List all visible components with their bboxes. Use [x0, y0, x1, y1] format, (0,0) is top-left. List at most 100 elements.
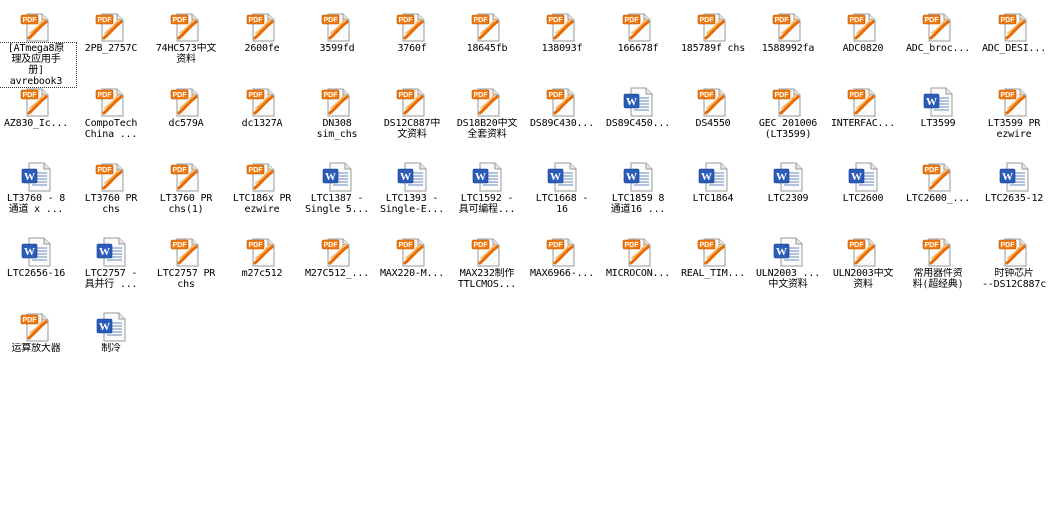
desktop-file-pdf[interactable]: PDF 74HC573中文 资料 — [150, 5, 222, 77]
pdf-file-icon: PDF — [95, 11, 127, 43]
desktop-file-pdf[interactable]: PDF CompoTech China ... — [75, 80, 147, 152]
desktop-file-pdf[interactable]: PDF MICROCON... — [602, 230, 674, 302]
svg-text:W: W — [851, 171, 862, 183]
pdf-file-icon: PDF — [772, 11, 804, 43]
desktop-file-word[interactable]: W LTC2757 - 具并行 ... — [75, 230, 147, 302]
svg-text:PDF: PDF — [399, 92, 414, 99]
svg-text:PDF: PDF — [850, 242, 865, 249]
pdf-file-icon: PDF — [170, 161, 202, 193]
desktop-file-pdf[interactable]: PDF DN308 sim_chs — [301, 80, 373, 152]
desktop-file-pdf[interactable]: PDF 常用器件资 料(超经典) — [902, 230, 974, 302]
pdf-file-icon: PDF — [170, 236, 202, 268]
desktop-file-pdf[interactable]: PDF ULN2003中文 资料 — [827, 230, 899, 302]
svg-text:PDF: PDF — [98, 92, 113, 99]
pdf-file-icon: PDF — [546, 86, 578, 118]
desktop-file-word[interactable]: W LTC1592 - 具可编程... — [451, 155, 523, 227]
file-label: DS89C430... — [529, 118, 595, 129]
desktop-file-word[interactable]: W LTC1864 — [677, 155, 749, 227]
desktop-file-pdf[interactable]: PDF 2PB_2757C — [75, 5, 147, 77]
pdf-file-icon: PDF — [546, 11, 578, 43]
pdf-file-icon: PDF — [321, 86, 353, 118]
desktop-file-pdf[interactable]: PDF LTC186x PR ezwire — [226, 155, 298, 227]
svg-text:W: W — [1002, 171, 1013, 183]
desktop-file-word[interactable]: W 制冷 — [75, 305, 147, 377]
svg-text:PDF: PDF — [775, 17, 790, 24]
desktop-file-pdf[interactable]: PDF ADC_broc... — [902, 5, 974, 77]
svg-text:PDF: PDF — [324, 242, 339, 249]
desktop-file-pdf[interactable]: PDF DS18B20中文 全套资料 — [451, 80, 523, 152]
desktop-file-pdf[interactable]: PDF ADC0820 — [827, 5, 899, 77]
desktop-file-pdf[interactable]: PDF INTERFAC... — [827, 80, 899, 152]
file-label: 3760f — [397, 43, 427, 54]
file-label: LTC2656-16 — [6, 268, 66, 279]
desktop-file-pdf[interactable]: PDF LT3760 PR chs — [75, 155, 147, 227]
pdf-file-icon: PDF — [998, 86, 1030, 118]
desktop-file-pdf[interactable]: PDF 2600fe — [226, 5, 298, 77]
file-label: LTC1592 - 具可编程... — [458, 193, 516, 215]
file-label: 74HC573中文 资料 — [155, 43, 217, 65]
desktop-file-word[interactable]: W LT3599 — [902, 80, 974, 152]
desktop-file-pdf[interactable]: PDF DS4550 — [677, 80, 749, 152]
desktop-file-pdf[interactable]: PDF 18645fb — [451, 5, 523, 77]
svg-text:W: W — [626, 96, 637, 108]
file-label: M27C512_... — [304, 268, 370, 279]
desktop-file-word[interactable]: W LTC1668 - 16 — [526, 155, 598, 227]
svg-text:W: W — [701, 171, 712, 183]
desktop-file-word[interactable]: W DS89C450... — [602, 80, 674, 152]
word-document-icon: W — [95, 236, 127, 268]
file-label: LTC2600 — [842, 193, 884, 204]
desktop-file-pdf[interactable]: PDF 时钟芯片 --DS12C887c — [978, 230, 1050, 302]
desktop-file-word[interactable]: W LT3760 - 8 通道 x ... — [0, 155, 72, 227]
desktop-file-pdf[interactable]: PDF 166678f — [602, 5, 674, 77]
desktop-file-pdf[interactable]: PDF GEC 201006 (LT3599) — [752, 80, 824, 152]
svg-text:PDF: PDF — [249, 167, 264, 174]
desktop-file-pdf[interactable]: PDF m27c512 — [226, 230, 298, 302]
desktop-file-word[interactable]: W LTC1393 - Single-E... — [376, 155, 448, 227]
desktop-file-pdf[interactable]: PDF 185789f chs — [677, 5, 749, 77]
svg-text:PDF: PDF — [775, 92, 790, 99]
desktop-file-pdf[interactable]: PDF DS12C887中 文资料 — [376, 80, 448, 152]
desktop-file-pdf[interactable]: PDF [ATmega8原 理及应用手 册] avrebook3 — [0, 5, 77, 88]
file-label: MAX232制作 TTLCMOS... — [457, 268, 517, 290]
desktop-file-word[interactable]: W ULN2003_... 中文资料 — [752, 230, 824, 302]
svg-text:W: W — [926, 96, 937, 108]
desktop-file-pdf[interactable]: PDF AZ830_Ic... — [0, 80, 72, 152]
file-label: DN308 sim_chs — [316, 118, 358, 140]
desktop-file-pdf[interactable]: PDF MAX232制作 TTLCMOS... — [451, 230, 523, 302]
pdf-file-icon: PDF — [20, 311, 52, 343]
desktop-file-word[interactable]: W LTC1859 8 通道16 ... — [602, 155, 674, 227]
desktop-file-pdf[interactable]: PDF dc579A — [150, 80, 222, 152]
pdf-file-icon: PDF — [697, 86, 729, 118]
desktop-file-pdf[interactable]: PDF 138093f — [526, 5, 598, 77]
word-document-icon: W — [95, 311, 127, 343]
desktop-file-word[interactable]: W LTC1387 - Single 5... — [301, 155, 373, 227]
desktop-file-pdf[interactable]: PDF 3760f — [376, 5, 448, 77]
desktop-file-pdf[interactable]: PDF 运算放大器 — [0, 305, 72, 377]
svg-text:PDF: PDF — [700, 92, 715, 99]
desktop-file-word[interactable]: W LTC2309 — [752, 155, 824, 227]
desktop-file-pdf[interactable]: PDF LTC2757 PR chs — [150, 230, 222, 302]
file-label: DS18B20中文 全套资料 — [456, 118, 518, 140]
pdf-file-icon: PDF — [246, 161, 278, 193]
desktop-file-word[interactable]: W LTC2635-12 — [978, 155, 1050, 227]
desktop-file-pdf[interactable]: PDF MAX220-M... — [376, 230, 448, 302]
svg-text:PDF: PDF — [1001, 17, 1016, 24]
desktop-file-pdf[interactable]: PDF REAL_TIM... — [677, 230, 749, 302]
desktop-file-pdf[interactable]: PDF ADC_DESI... — [978, 5, 1050, 77]
desktop-file-pdf[interactable]: PDF MAX6966-... — [526, 230, 598, 302]
desktop-file-pdf[interactable]: PDF 3599fd — [301, 5, 373, 77]
desktop-file-pdf[interactable]: PDF LT3599 PR ezwire — [978, 80, 1050, 152]
file-label: 166678f — [617, 43, 659, 54]
svg-text:PDF: PDF — [98, 17, 113, 24]
file-label: 制冷 — [101, 343, 121, 354]
desktop-file-pdf[interactable]: PDF 1588992fa — [752, 5, 824, 77]
svg-text:PDF: PDF — [249, 92, 264, 99]
desktop-file-pdf[interactable]: PDF LTC2600_... — [902, 155, 974, 227]
pdf-file-icon: PDF — [170, 86, 202, 118]
desktop-file-pdf[interactable]: PDF DS89C430... — [526, 80, 598, 152]
desktop-file-pdf[interactable]: PDF M27C512_... — [301, 230, 373, 302]
desktop-file-word[interactable]: W LTC2656-16 — [0, 230, 72, 302]
desktop-file-pdf[interactable]: PDF LT3760 PR chs(1) — [150, 155, 222, 227]
desktop-file-word[interactable]: W LTC2600 — [827, 155, 899, 227]
desktop-file-pdf[interactable]: PDF dc1327A — [226, 80, 298, 152]
